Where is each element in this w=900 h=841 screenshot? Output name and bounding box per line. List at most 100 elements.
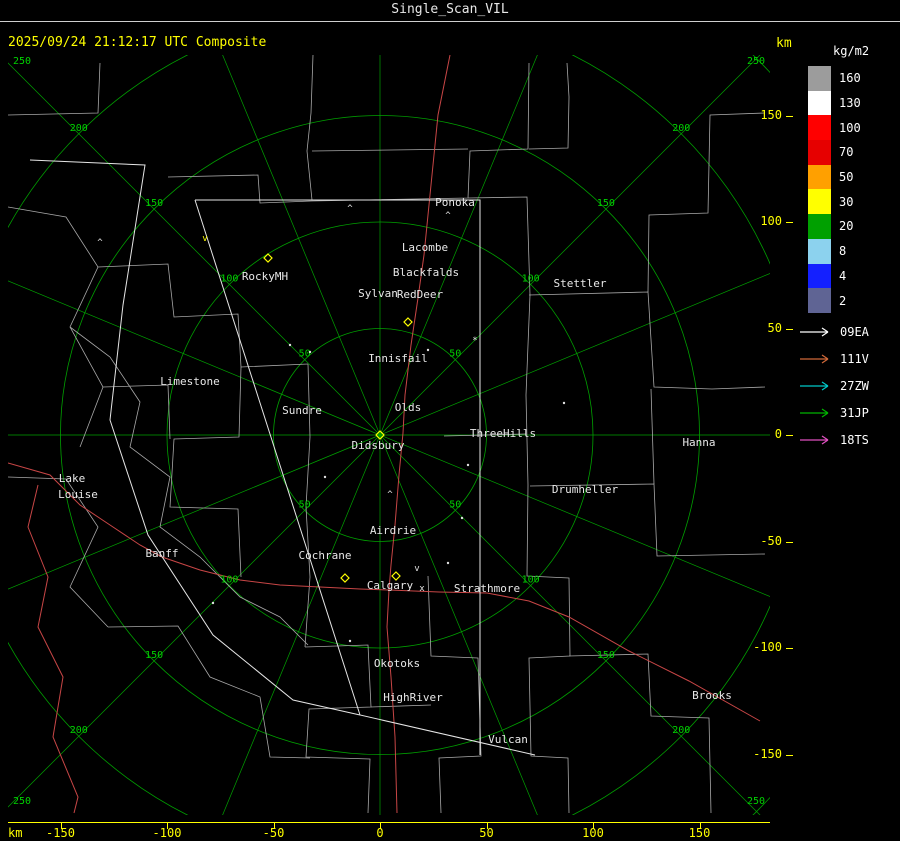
city-label: Airdrie [370,524,416,537]
range-ring-label: 50 [449,349,461,360]
y-axis-tick [786,754,793,756]
city-label: Olds [395,401,422,414]
city-label: Drumheller [552,483,619,496]
colorbar-value: 100 [839,120,861,135]
colorbar-value: 4 [839,268,847,283]
colorbar-entry: 130 [808,90,900,116]
town-marker: ^ [387,490,393,500]
town-marker [562,401,566,405]
city-label: Limestone [160,375,220,388]
azimuth-line [379,273,770,436]
highway-line [27,484,79,814]
town-marker: x [419,584,425,594]
colorbar-value: 70 [839,145,854,160]
range-ring-label: 100 [522,575,540,586]
window-title: Single_Scan_VIL [0,0,900,22]
y-axis-tick [786,648,793,649]
county-boundary-line [8,62,101,116]
town-marker: ^ [445,211,451,221]
city-label: Sundre [282,404,322,417]
city-label: Didsbury [352,439,405,452]
colorbar-entry: 30 [808,189,900,215]
radar-arrow-icon [800,327,829,336]
range-ring-label: 250 [13,56,31,67]
county-boundary-line [167,62,530,204]
colorbar-value: 30 [839,194,854,209]
town-marker [460,516,464,520]
radar-site-entry: 31JP [798,399,898,426]
town-marker: v [414,564,419,574]
range-ring-label: 100 [220,273,238,284]
range-ring-label: 200 [70,725,88,736]
city-label: Lacombe [402,241,448,254]
city-label: RockyMH [242,270,288,283]
range-ring-label: 200 [70,123,88,134]
colorbar-swatch [808,288,831,313]
town-marker [426,348,430,352]
county-boundary-line [528,62,570,150]
y-axis-tick [786,222,793,223]
radar-site-id: 09EA [840,324,869,339]
range-ring-label: 150 [597,650,615,661]
town-marker: v [202,234,207,244]
town-marker [308,350,312,354]
x-axis-line [8,822,770,823]
colorbar-value: 160 [839,71,861,86]
radar-map[interactable]: 50 50 50 50 100 100 100 100 150 150 150 150 200 200 20… [8,55,770,815]
y-axis-unit-label: km [776,36,792,51]
city-label: Ponoka [435,196,475,209]
y-axis-tick [786,541,793,543]
x-axis-unit-label: km [8,826,23,840]
city-label: Strathmore [454,582,520,595]
colorbar-entry: 8 [808,238,900,264]
x-axis-tick-label: 150 [688,826,711,840]
city-label: Vulcan [488,733,528,746]
x-axis-tick-label: 50 [479,826,494,840]
county-boundary-line [169,366,242,578]
city-label: Calgary [367,579,414,592]
radar-coverage-outline [194,199,536,756]
county-boundary-line [306,55,314,201]
radar-site-entry: 27ZW [798,372,898,399]
radar-map-canvas: 50 50 50 50 100 100 100 100 150 150 150 150 200 200 20… [8,55,770,815]
range-ring-label: 50 [299,499,311,510]
town-marker [446,561,450,565]
colorbar-swatch [808,140,831,165]
colorbar-value: 50 [839,170,854,185]
radar-arrow-icon [800,381,829,390]
county-boundary-line [647,112,766,293]
x-axis-tick [486,822,488,829]
city-label: RedDeer [397,288,444,301]
county-boundary-line [650,388,655,485]
colorbar-swatch [808,115,831,141]
radar-coverage-outline [29,159,361,716]
highway-line [8,462,761,722]
city-label: Hanna [682,436,715,449]
x-axis-tick [593,822,594,829]
colorbar-entry: 50 [808,164,900,190]
city-label: Okotoks [374,657,420,670]
colorbar-value: 8 [839,244,847,259]
x-axis-tick [380,822,381,829]
x-axis-tick-label: -100 [152,826,182,840]
colorbar-entry: 100 [808,115,900,141]
range-ring-label: 250 [13,796,31,807]
colorbar-entry: 4 [808,263,900,289]
colorbar-swatch [808,66,831,91]
colorbar-swatch [808,189,831,215]
colorbar-entry: 70 [808,140,900,165]
colorbar-entry: 160 [808,66,900,91]
colorbar-entry: 2 [808,288,900,313]
colorbar-swatch [808,214,831,239]
town-marker: * [472,336,477,346]
x-axis-tick-label: 0 [376,826,384,840]
range-ring-label: 250 [747,56,765,67]
city-label: HighRiver [383,691,443,704]
town-marker [348,639,352,643]
x-axis-tick-label: -150 [46,826,75,840]
colorbar-swatch [808,263,831,289]
county-boundary-line [311,148,469,152]
range-ring-label: 100 [522,273,540,284]
y-axis-tick [786,328,793,330]
y-axis-tick [786,435,793,436]
